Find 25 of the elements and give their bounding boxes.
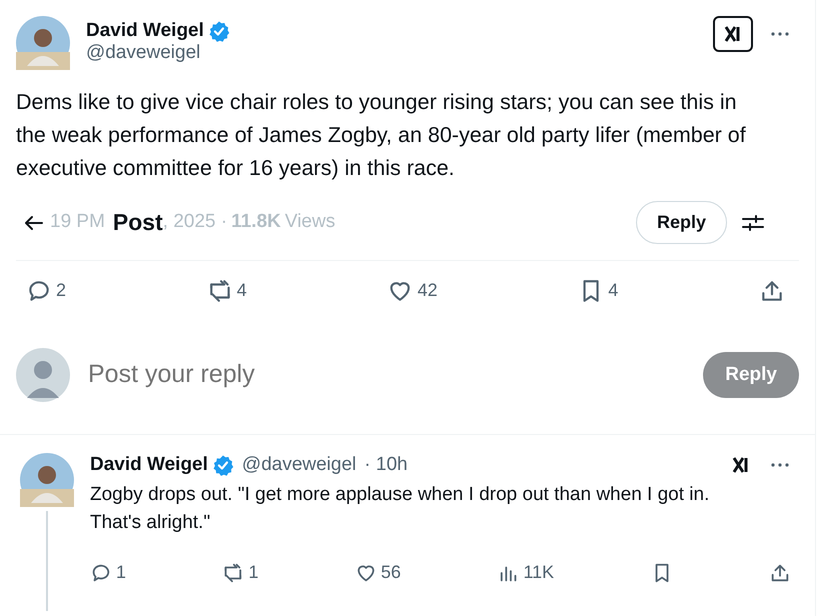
like-action[interactable]: 42 (387, 277, 438, 304)
author-name[interactable]: David Weigel (90, 454, 208, 476)
post-text: Dems like to give vice chair roles to younger rising stars; you can see this in the weak performance of James Zogby, an 80-year old party lifer (member of executive committee for 16 years) in this race. (15, 89, 747, 182)
post-time: 19 PM (50, 210, 105, 234)
repost-action[interactable]: 1 (222, 559, 258, 586)
avatar[interactable] (16, 16, 70, 70)
views-action[interactable]: 11K (497, 559, 554, 586)
repost-icon (222, 562, 244, 584)
post-time: · 10h (364, 454, 408, 476)
views-label: Views (284, 210, 336, 234)
author-name[interactable]: David Weigel (86, 20, 204, 42)
repost-action[interactable]: 4 (206, 277, 247, 304)
avatar[interactable] (20, 453, 74, 507)
post-date: , 2025 · (162, 210, 228, 234)
like-action[interactable]: 56 (354, 559, 401, 586)
reply-text: Zogby drops out. "I get more applause when I drop out than when I got in. That's alright." (90, 483, 710, 535)
view-count: 11.8K (231, 210, 281, 234)
reply-button[interactable]: Reply (636, 201, 727, 244)
reply-action[interactable]: 2 (26, 277, 66, 304)
author-handle[interactable]: @daveweigel (86, 42, 697, 64)
page-title: Post (112, 208, 163, 238)
bookmark-action[interactable]: 4 (578, 277, 618, 304)
author-handle[interactable]: @daveweigel (242, 454, 356, 476)
reply-action[interactable]: 1 (90, 559, 126, 586)
avatar-icon[interactable] (16, 348, 70, 402)
